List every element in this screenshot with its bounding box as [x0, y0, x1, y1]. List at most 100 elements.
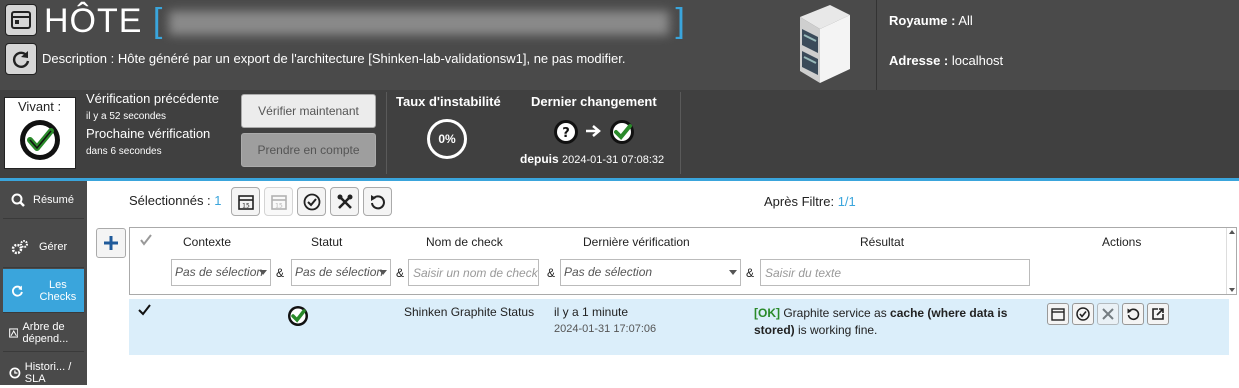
calendar-icon: [1051, 308, 1065, 321]
column-header-check-name[interactable]: Nom de check: [426, 235, 503, 249]
schedule-downtime-button[interactable]: 15: [231, 187, 260, 216]
address-line: Adresse : localhost: [889, 53, 1003, 68]
row-schedule-downtime-button[interactable]: [1047, 303, 1069, 325]
check-now-button[interactable]: Vérifier maintenant: [241, 94, 376, 128]
after-filter-counter: Après Filtre: 1/1: [764, 194, 856, 209]
sidebar-item-label: Histori... / SLA: [24, 361, 72, 385]
recheck-selected-button[interactable]: [363, 187, 392, 216]
last-check-ago: il y a 1 minute: [554, 305, 629, 319]
refresh-icon: [370, 194, 385, 209]
previous-check-time: il y a 52 secondes: [86, 111, 167, 122]
sidebar-item-history[interactable]: Histori... / SLA: [3, 358, 84, 388]
chevron-down-icon: [379, 270, 387, 275]
last-check-filter-select[interactable]: Pas de sélection: [560, 259, 741, 286]
row-maintenance-button[interactable]: [1097, 303, 1119, 325]
after-filter-value: 1/1: [837, 194, 856, 209]
last-check-date: 2024-01-31 17:07:06: [554, 323, 657, 335]
next-check-time: dans 6 secondes: [86, 146, 162, 157]
unknown-status-icon: ?: [554, 120, 578, 144]
sidebar-item-dependencies[interactable]: Arbre de dépend...: [3, 314, 84, 352]
chevron-down-icon: [259, 270, 267, 275]
realm-line: Royaume : All: [889, 13, 973, 28]
remove-downtime-button[interactable]: 15: [264, 187, 293, 216]
filter-and-separator: &: [746, 266, 755, 280]
host-description: Description : Hôte généré par un export …: [42, 51, 626, 66]
flapping-gauge: 0%: [427, 119, 467, 159]
status-filter-select[interactable]: Pas de sélection: [291, 259, 391, 286]
column-header-last-check[interactable]: Dernière vérification: [583, 235, 690, 249]
filter-and-separator: &: [547, 266, 556, 280]
sidebar: Résumé Gérer Les Checks Arbre de dépend.…: [0, 181, 87, 385]
alive-status-box: Vivant :: [4, 97, 76, 169]
status-filter-value: Pas de sélection: [295, 265, 384, 279]
column-header-status[interactable]: Statut: [311, 235, 342, 249]
since-value: 2024-01-31 07:08:32: [562, 154, 665, 166]
ok-status-icon: [610, 120, 634, 144]
last-change-label: Dernier changement: [531, 94, 657, 109]
bracket-close: ]: [675, 2, 686, 40]
sidebar-item-label: Résumé: [33, 193, 74, 206]
add-check-button[interactable]: [96, 228, 126, 258]
context-filter-value: Pas de sélection: [175, 265, 264, 279]
row-recheck-button[interactable]: [1122, 303, 1144, 325]
address-value: localhost: [948, 53, 1004, 68]
divider: [386, 92, 387, 174]
sidebar-item-summary[interactable]: Résumé: [3, 181, 84, 219]
next-check-label: Prochaine vérification: [86, 126, 211, 141]
table-row[interactable]: Shinken Graphite Status il y a 1 minute …: [129, 299, 1229, 355]
bracket-open: [: [152, 2, 164, 40]
scroll-up-icon: [1229, 230, 1235, 234]
svg-text:?: ?: [562, 126, 570, 141]
ok-check-icon: [20, 120, 60, 160]
arrow-right-icon: [586, 125, 601, 137]
after-filter-label: Après Filtre:: [764, 194, 835, 209]
tree-icon: [9, 327, 19, 338]
refresh-button[interactable]: [5, 43, 37, 75]
row-open-detail-button[interactable]: [1147, 303, 1169, 325]
acknowledge-button[interactable]: Prendre en compte: [241, 133, 376, 167]
search-icon: [11, 193, 25, 207]
filter-and-separator: &: [276, 266, 285, 280]
check-name-cell[interactable]: Shinken Graphite Status: [404, 305, 534, 319]
realm-value: All: [955, 13, 973, 28]
last-change-since: depuis 2024-01-31 07:08:32: [520, 152, 664, 166]
refresh-icon: [12, 51, 30, 68]
check-circle-icon: [303, 193, 320, 210]
sidebar-item-manage[interactable]: Gérer: [3, 226, 84, 268]
context-filter-select[interactable]: Pas de sélection: [171, 259, 271, 286]
host-info-box: Royaume : All Adresse : localhost: [876, 0, 1239, 90]
acknowledge-selected-button[interactable]: [297, 187, 326, 216]
refresh-icon: [1127, 308, 1140, 321]
window-icon: [11, 11, 31, 29]
previous-check-label: Vérification précédente: [86, 91, 219, 106]
page-title: HÔTE []: [44, 2, 686, 41]
result-text: is working fine.: [794, 323, 878, 337]
sidebar-item-checks[interactable]: Les Checks: [3, 269, 84, 313]
checks-table-header: Contexte Statut Nom de check Dernière vé…: [129, 227, 1237, 295]
tools-icon: [337, 194, 352, 209]
window-toggle-button[interactable]: [5, 4, 37, 36]
selected-label: Sélectionnés :: [129, 193, 211, 208]
maintenance-button[interactable]: [330, 187, 359, 216]
row-acknowledge-button[interactable]: [1072, 303, 1094, 325]
table-scrollbar[interactable]: [1226, 228, 1236, 294]
result-text: Graphite service as: [780, 306, 891, 320]
column-header-actions: Actions: [1102, 235, 1142, 249]
chevron-down-icon: [729, 270, 737, 275]
filter-and-separator: &: [396, 266, 405, 280]
ok-status-icon: [288, 306, 308, 326]
check-name-filter-input[interactable]: Saisir un nom de check: [408, 259, 539, 286]
gears-icon: [11, 239, 28, 254]
row-checkbox[interactable]: [138, 304, 151, 316]
column-header-context[interactable]: Contexte: [183, 235, 231, 249]
scroll-down-icon: [1229, 288, 1235, 292]
since-label: depuis: [520, 152, 559, 166]
select-all-checkbox[interactable]: [140, 234, 152, 246]
result-status-tag: [OK]: [754, 306, 780, 320]
result-filter-input[interactable]: Saisir du texte: [760, 259, 1030, 286]
column-header-result[interactable]: Résultat: [860, 235, 904, 249]
server-icon: [800, 5, 850, 83]
clock-icon: [9, 367, 21, 379]
calendar-icon: 15: [237, 194, 254, 210]
svg-text:15: 15: [275, 202, 283, 209]
